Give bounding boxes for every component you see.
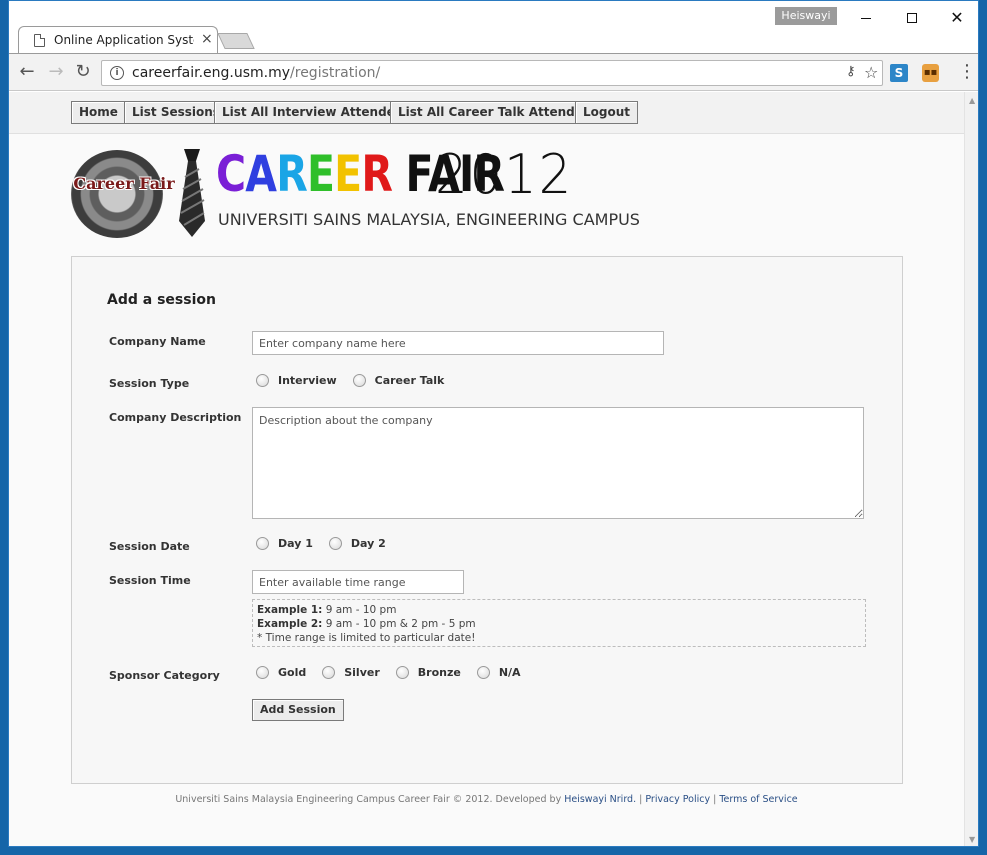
career-fair-subtitle: UNIVERSITI SAINS MALAYSIA, ENGINEERING C… [218,210,640,229]
bookmark-star-icon[interactable]: ☆ [864,63,878,82]
sponsor-silver-label: Silver [344,666,380,679]
forward-button[interactable]: → [45,61,67,82]
minimize-icon [861,17,871,19]
career-fair-year: 2012 [435,143,574,206]
session-type-interview-label: Interview [278,374,337,387]
session-time-input[interactable] [252,570,464,594]
window-close-button[interactable]: ✕ [934,7,978,29]
title-letter: E [306,145,335,203]
session-time-label: Session Time [109,574,191,587]
nav-list-sessions-button[interactable]: List Sessions [124,101,228,124]
session-date-options: Day 1 Day 2 [256,537,402,550]
seal-logo-text: Career Fair [73,174,175,193]
sponsor-bronze-label: Bronze [417,666,461,679]
title-letter: R [276,145,308,203]
sponsor-bronze-radio[interactable] [395,666,409,679]
sponsor-gold-label: Gold [278,666,307,679]
company-description-textarea[interactable] [252,407,864,519]
footer-privacy-link[interactable]: Privacy Policy [645,794,710,805]
add-session-form: Add a session Company Name Session Type … [71,256,903,784]
session-type-career-talk-label: Career Talk [374,374,445,387]
session-time-hint: Example 1: 9 am - 10 pm Example 2: 9 am … [252,599,866,647]
session-date-day2-label: Day 2 [350,537,386,550]
company-name-input[interactable] [252,331,664,355]
add-session-button[interactable]: Add Session [252,699,344,721]
browser-menu-icon[interactable]: ⋮ [958,62,976,82]
minimize-button[interactable] [843,7,889,29]
sponsor-na-radio[interactable] [476,666,490,679]
session-date-day1-label: Day 1 [278,537,313,550]
hint-note: * Time range is limited to particular da… [257,632,476,644]
maximize-button[interactable] [889,7,935,29]
site-nav: Home List Sessions List All Interview At… [9,92,964,134]
title-letter: R [361,145,393,203]
session-type-interview-radio[interactable] [256,374,269,387]
nav-home-button[interactable]: Home [71,101,126,124]
tab-title: Online Application System [54,33,194,47]
title-letter: F [405,145,429,203]
sponsor-silver-radio[interactable] [322,666,336,679]
nav-logout-button[interactable]: Logout [575,101,639,124]
footer-developer-link[interactable]: Heiswayi Nrird. [564,794,636,805]
nav-list-career-talk-button[interactable]: List All Career Talk Attendees [390,101,607,124]
new-tab-button[interactable] [217,33,255,49]
form-title: Add a session [107,292,216,308]
footer-terms-link[interactable]: Terms of Service [719,794,797,805]
company-description-label: Company Description [109,411,242,424]
tab-strip: Online Application System × Heiswayi ✕ [9,1,978,54]
extension-s-icon[interactable]: S [890,64,908,82]
scroll-down-icon[interactable]: ▼ [969,835,975,844]
session-date-day2-radio[interactable] [328,537,342,550]
extension-face-icon[interactable]: ▪▪ [922,64,939,82]
key-icon[interactable]: ⚷ [846,64,856,79]
back-button[interactable]: ← [16,61,38,82]
browser-toolbar: ← → ↻ i careerfair.eng.usm.my/registrati… [9,53,978,91]
site-footer: Universiti Sains Malaysia Engineering Ca… [9,794,964,805]
url-path: /registration/ [290,65,381,81]
title-letter: A [245,145,277,203]
session-type-career-talk-radio[interactable] [352,374,366,387]
scroll-up-icon[interactable]: ▲ [969,96,975,105]
browser-tab[interactable]: Online Application System × [18,26,218,54]
title-letter: C [216,145,246,203]
page-viewport: Home List Sessions List All Interview At… [9,92,964,846]
sponsor-category-options: Gold Silver Bronze N/A [256,666,537,679]
hint-example-1: Example 1: 9 am - 10 pm [257,604,397,616]
footer-copyright: Universiti Sains Malaysia Engineering Ca… [175,794,565,805]
sponsor-gold-radio[interactable] [256,666,269,679]
address-bar[interactable]: i careerfair.eng.usm.my/registration/ ⚷ … [101,60,883,86]
sponsor-na-label: N/A [498,666,521,679]
browser-window: Online Application System × Heiswayi ✕ ←… [8,0,979,847]
site-banner: Career Fair CAREER FAIR 2012 UNIVERSITI … [71,143,671,242]
session-type-label: Session Type [109,377,190,390]
page-scrollbar[interactable]: ▲ ▼ [964,92,978,846]
nav-list-interview-button[interactable]: List All Interview Attendees [214,101,419,124]
title-letter: E [334,145,362,203]
sponsor-category-label: Sponsor Category [109,669,220,682]
footer-separator: | [710,794,720,805]
hint-example-2: Example 2: 9 am - 10 pm & 2 pm - 5 pm [257,618,476,630]
info-icon[interactable]: i [110,66,124,80]
tab-close-icon[interactable]: × [201,31,213,47]
session-date-day1-radio[interactable] [256,537,269,550]
necktie-icon [179,149,205,237]
session-type-options: Interview Career Talk [256,374,460,387]
reload-button[interactable]: ↻ [72,61,94,82]
title-letter [392,145,405,203]
company-name-label: Company Name [109,335,206,348]
maximize-icon [907,13,917,23]
page-icon [34,34,45,47]
url-text[interactable]: careerfair.eng.usm.my/registration/ [132,65,380,81]
footer-separator: | [636,794,646,805]
url-host: careerfair.eng.usm.my [132,65,291,81]
profile-badge[interactable]: Heiswayi [775,7,837,25]
session-date-label: Session Date [109,540,190,553]
